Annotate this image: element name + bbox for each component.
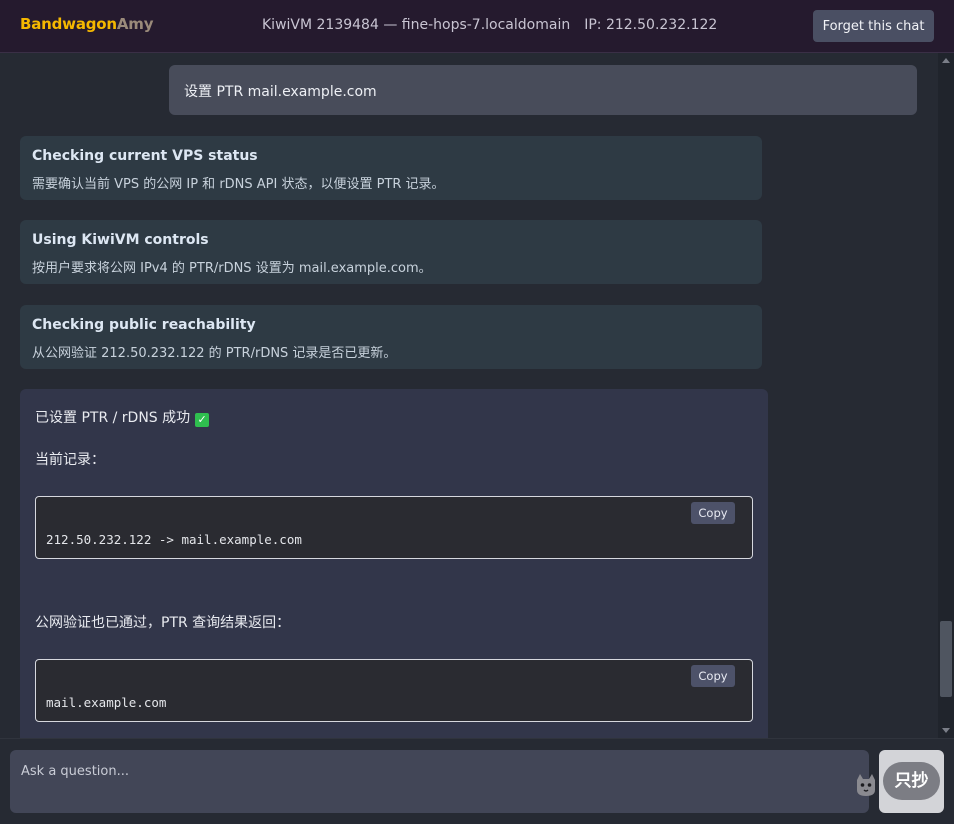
step-title: Checking public reachability — [32, 317, 256, 333]
answer-heading-text: 已设置 PTR / rDNS 成功 — [35, 410, 191, 426]
step-title: Checking current VPS status — [32, 148, 258, 164]
scroll-up-arrow-icon[interactable] — [942, 58, 950, 63]
input-bar: 只抄 — [0, 738, 954, 824]
logo-brand: Bandwagon — [20, 15, 117, 33]
verify-label: 公网验证也已通过，PTR 查询结果返回： — [35, 615, 291, 631]
scroll-thumb[interactable] — [940, 621, 952, 697]
scroll-down-arrow-icon[interactable] — [942, 728, 950, 733]
user-message-text: 设置 PTR mail.example.com — [184, 84, 377, 100]
step-detail: 需要确认当前 VPS 的公网 IP 和 rDNS API 状态，以便设置 PTR… — [32, 177, 445, 192]
step-title: Using KiwiVM controls — [32, 232, 209, 248]
chat-scrollbar[interactable] — [938, 53, 954, 738]
step-card: Checking current VPS status 需要确认当前 VPS 的… — [20, 136, 762, 200]
step-card: Using KiwiVM controls 按用户要求将公网 IPv4 的 PT… — [20, 220, 762, 284]
copy-button[interactable]: Copy — [691, 502, 735, 524]
assistant-answer: 已设置 PTR / rDNS 成功 ✓ 当前记录： Copy 212.50.232… — [20, 389, 768, 738]
check-box-icon: ✓ — [195, 413, 210, 427]
code-text: mail.example.com — [46, 695, 167, 710]
send-badge: 只抄 — [883, 762, 940, 800]
step-detail: 按用户要求将公网 IPv4 的 PTR/rDNS 设置为 mail.exampl… — [32, 261, 432, 276]
answer-heading: 已设置 PTR / rDNS 成功 ✓ — [35, 407, 210, 427]
current-record-label: 当前记录： — [35, 452, 105, 468]
vm-info: KiwiVM 2139484 — fine-hops-7.localdomain… — [262, 17, 717, 33]
chat-area: 设置 PTR mail.example.com Checking current… — [0, 53, 938, 738]
vm-ip: IP: 212.50.232.122 — [584, 17, 718, 33]
forget-chat-button[interactable]: Forget this chat — [813, 10, 934, 42]
step-card: Checking public reachability 从公网验证 212.5… — [20, 305, 762, 369]
header-bar: BandwagonAmy KiwiVM 2139484 — fine-hops-… — [0, 0, 954, 53]
logo: BandwagonAmy — [20, 15, 153, 33]
code-block: Copy 212.50.232.122 -> mail.example.com — [35, 496, 753, 559]
copy-button[interactable]: Copy — [691, 665, 735, 687]
step-detail: 从公网验证 212.50.232.122 的 PTR/rDNS 记录是否已更新。 — [32, 346, 397, 361]
cat-icon — [857, 774, 875, 796]
question-input[interactable] — [10, 750, 869, 813]
user-message: 设置 PTR mail.example.com — [169, 65, 917, 115]
code-block: Copy mail.example.com — [35, 659, 753, 722]
code-text: 212.50.232.122 -> mail.example.com — [46, 532, 302, 547]
vm-hostname: KiwiVM 2139484 — fine-hops-7.localdomain — [262, 17, 571, 33]
logo-suffix: Amy — [116, 15, 154, 33]
